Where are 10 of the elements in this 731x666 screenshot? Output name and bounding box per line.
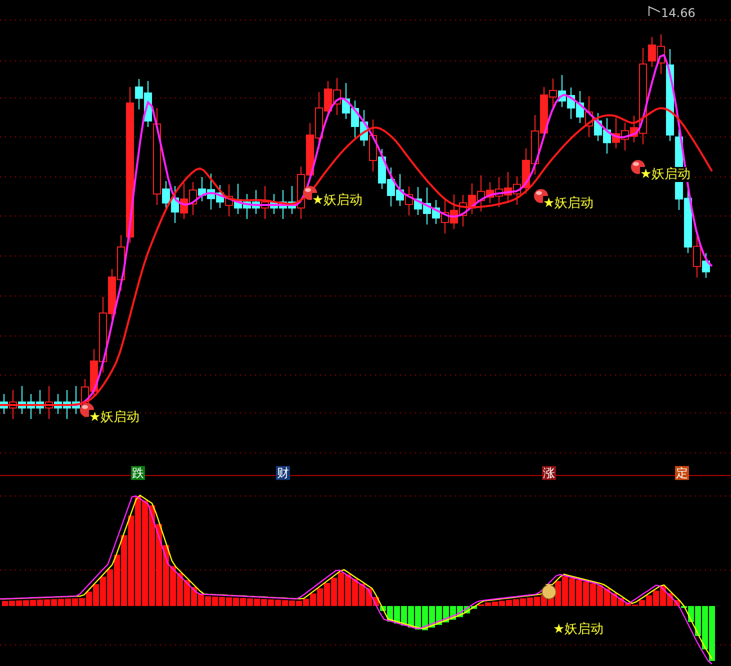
signal-label: ★妖启动 [640, 167, 691, 182]
marker-badge: 定 [675, 466, 689, 480]
signal-label: ★妖启动 [312, 193, 363, 208]
marker-badge: 财 [276, 466, 290, 480]
signal-label: ★妖启动 [89, 410, 140, 425]
signal-label: ★妖启动 [543, 196, 594, 211]
marker-badge: 涨 [542, 466, 556, 480]
high-price-label: 14.66 [661, 6, 696, 20]
signal-label: ★妖启动 [553, 622, 604, 637]
marker-badge: 跌 [131, 466, 145, 480]
